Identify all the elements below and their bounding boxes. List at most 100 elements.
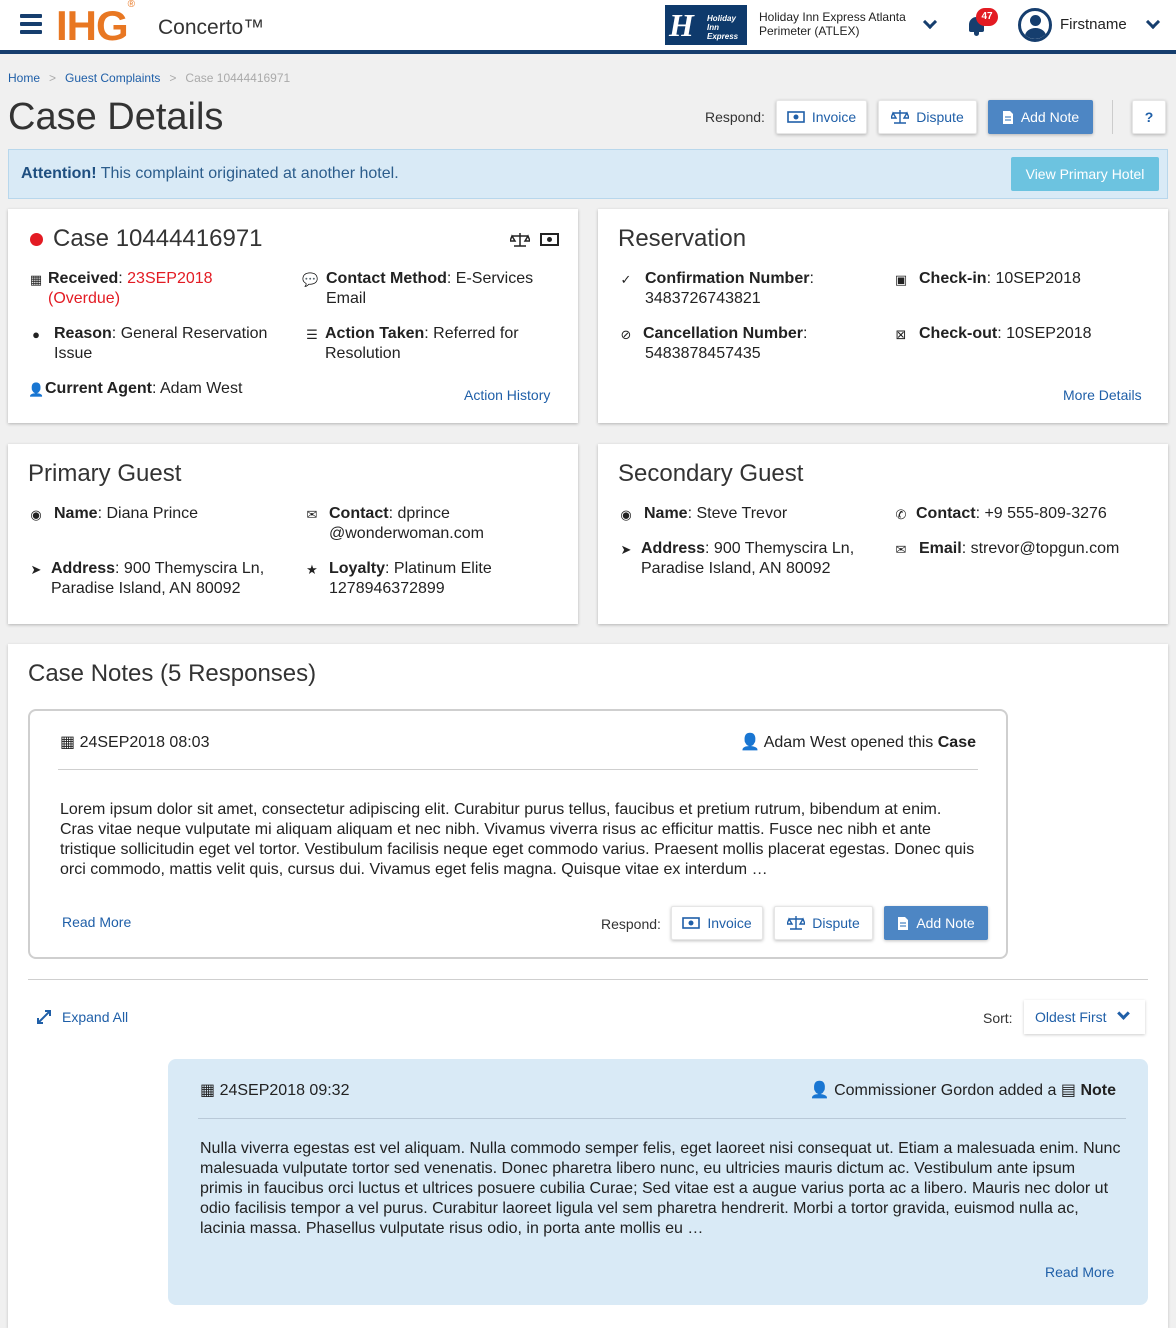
menu-icon[interactable] (20, 14, 42, 34)
chevron-down-icon[interactable] (922, 14, 938, 30)
note-icon (1002, 110, 1013, 124)
expand-icon (37, 1010, 51, 1024)
hotel-name-line2: Perimeter (ATLEX) (759, 24, 860, 38)
note-body: Lorem ipsum dolor sit amet, consectetur … (60, 801, 975, 878)
note-author: 👤 Adam West opened this Case (740, 732, 976, 752)
divider (28, 979, 1148, 980)
action-history-link[interactable]: Action History (464, 387, 550, 403)
confirmation-value: 3483726743821 (645, 290, 761, 307)
read-more-link[interactable]: Read More (1045, 1264, 1114, 1280)
address-line1: 900 Themyscira Ln, (123, 560, 265, 577)
primary-guest-card: Primary Guest ◉ Name: Diana Prince ✉ Con… (8, 444, 578, 624)
dispute-label: Dispute (916, 109, 964, 125)
name-value: Steve Trevor (696, 505, 788, 522)
checkout-label: Check-out (919, 325, 998, 342)
sort-select[interactable]: Oldest First (1024, 1000, 1145, 1034)
calendar-icon: ▦ (200, 1082, 216, 1099)
received-status: (Overdue) (48, 290, 121, 307)
reservation-title: Reservation (618, 225, 747, 252)
sort-value: Oldest First (1035, 1009, 1107, 1025)
invoice-label: Invoice (707, 915, 752, 931)
divider (1112, 100, 1113, 134)
agent-label: Current Agent (45, 380, 152, 397)
chevron-down-icon[interactable] (1145, 14, 1161, 30)
primary-address-field: ➤ Address: 900 Themyscira Ln, Paradise Is… (28, 559, 298, 599)
hotel-selector[interactable]: Holiday Inn Express Atlanta Perimeter (A… (759, 10, 906, 38)
primary-name-field: ◉ Name: Diana Prince (28, 504, 288, 524)
address-line2: Paradise Island, AN 80092 (641, 560, 831, 577)
invoice-button[interactable]: Invoice (671, 906, 763, 940)
add-note-label: Add Note (1020, 109, 1080, 125)
name-label: Name (54, 505, 98, 522)
address-line1: 900 Themyscira Ln, (713, 540, 855, 557)
app-name: Concerto™ (158, 16, 265, 39)
address-label: Address (641, 540, 706, 557)
name-value: Diana Prince (106, 505, 199, 522)
checkin-field: ▣ Check-in: 10SEP2018 (894, 270, 1081, 287)
secondary-guest-title: Secondary Guest (618, 460, 804, 487)
user-avatar-icon[interactable] (1018, 8, 1052, 42)
name-label: Name (644, 505, 688, 522)
calendar-icon: ▦ (29, 272, 43, 287)
alert-text: This complaint originated at another hot… (96, 165, 399, 182)
secondary-email-field: ✉ Email: strevor@topgun.com (893, 539, 1163, 559)
page-title: Case Details (8, 96, 224, 138)
checkin-label: Check-in (919, 270, 987, 287)
location-arrow-icon: ➤ (30, 562, 42, 577)
ihg-logo[interactable]: IHG® (56, 0, 135, 50)
add-note-button[interactable]: Add Note (884, 906, 988, 940)
hotel-logo-text: Holiday Inn Express (707, 14, 739, 41)
reply-note-card: ▦ 24SEP2018 09:32 👤 Commissioner Gordon … (168, 1059, 1148, 1305)
agent-value: Adam West (159, 380, 243, 397)
ban-icon: ⊘ (620, 327, 632, 342)
note-body: Nulla viverra egestas est vel aliquam. N… (200, 1140, 1121, 1237)
invoice-button[interactable]: Invoice (776, 100, 867, 134)
calendar-icon: ▦ (60, 734, 76, 751)
expand-all-button[interactable]: Expand All (36, 1009, 128, 1025)
breadcrumb-current: Case 10444416971 (185, 71, 291, 85)
comment-icon: ● (32, 327, 40, 342)
cancellation-label: Cancellation Number (643, 325, 804, 342)
note-icon: ▤ (1060, 1082, 1076, 1099)
reason-field: ● Reason: General Reservation Issue (28, 324, 288, 364)
action-taken-field: ☰ Action Taken: Referred for Resolution (304, 324, 564, 364)
confirmation-field: ✓ Confirmation Number: 3483726743821 (618, 269, 878, 309)
add-note-button[interactable]: Add Note (988, 100, 1093, 134)
breadcrumb-home[interactable]: Home (8, 71, 40, 85)
note-author-text: Adam West opened this (763, 734, 934, 751)
dispute-button[interactable]: Dispute (878, 100, 977, 134)
contact-value-line1: dprince (397, 505, 450, 522)
brand-text: IHG (56, 2, 129, 49)
read-more-link[interactable]: Read More (62, 914, 131, 930)
help-button[interactable]: ? (1132, 100, 1166, 134)
hotel-brand-logo: H Holiday Inn Express (665, 5, 747, 45)
breadcrumb-guest-complaints[interactable]: Guest Complaints (65, 71, 160, 85)
chevron-down-icon (1117, 1007, 1130, 1020)
expand-all-label: Expand All (62, 1009, 129, 1025)
note-object: Note (1080, 1082, 1116, 1099)
dispute-label: Dispute (812, 915, 860, 931)
attention-alert: Attention! This complaint originated at … (8, 149, 1168, 199)
secondary-address-field: ➤ Address: 900 Themyscira Ln, Paradise Is… (618, 539, 888, 579)
more-details-link[interactable]: More Details (1063, 387, 1142, 403)
calendar-x-icon: ⊠ (895, 327, 907, 342)
brand-mark: ® (127, 0, 135, 10)
contact-value: +9 555-809-3276 (984, 505, 1107, 522)
note-date-text: 24SEP2018 08:03 (79, 734, 210, 751)
contact-value-line2: @wonderwoman.com (329, 525, 484, 542)
respond-label: Respond: (705, 109, 765, 125)
note-date-text: 24SEP2018 09:32 (219, 1082, 350, 1099)
view-primary-hotel-button[interactable]: View Primary Hotel (1011, 157, 1159, 191)
top-bar: IHG® Concerto™ H Holiday Inn Express Hol… (0, 0, 1176, 54)
address-label: Address (51, 560, 116, 577)
invoice-icon (787, 111, 805, 123)
reservation-card: Reservation ✓ Confirmation Number: 348372… (598, 209, 1168, 423)
dispute-button[interactable]: Dispute (774, 906, 873, 940)
note-card: ▦ 24SEP2018 08:03 👤 Adam West opened thi… (28, 709, 1008, 959)
loyalty-label: Loyalty (329, 560, 386, 577)
loyalty-value: Platinum Elite (393, 560, 492, 577)
note-author: 👤 Commissioner Gordon added a ▤ Note (810, 1080, 1116, 1100)
primary-guest-title: Primary Guest (28, 460, 182, 487)
user-name[interactable]: Firstname (1060, 16, 1127, 33)
notification-badge: 47 (976, 8, 998, 26)
